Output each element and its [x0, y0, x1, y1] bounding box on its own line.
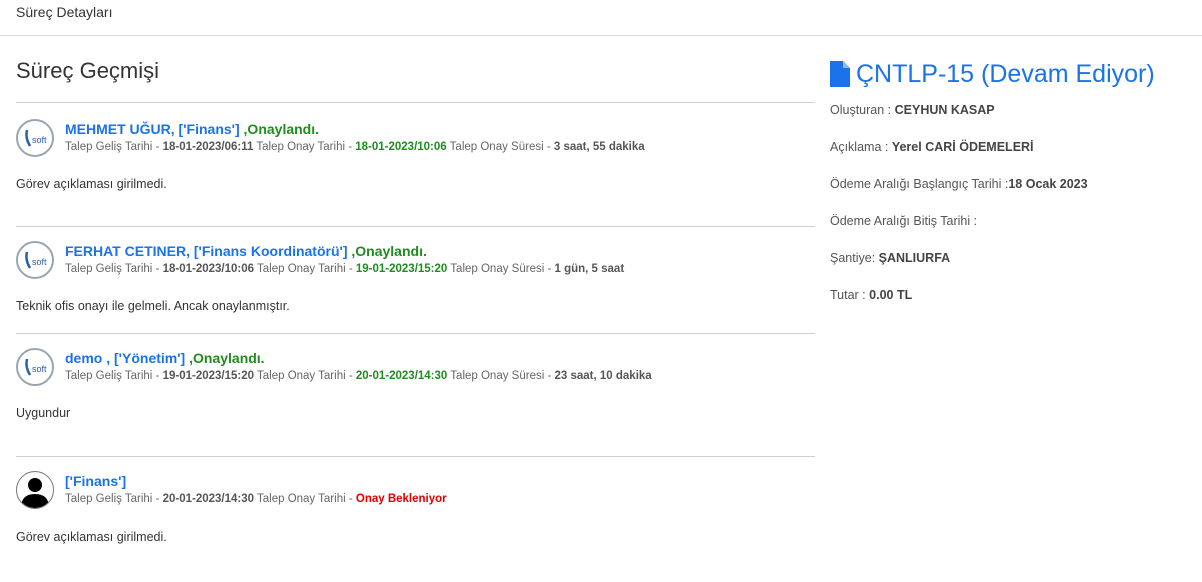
- approval-date: 20-01-2023/14:30: [355, 370, 448, 382]
- approval-duration: 1 gün, 5 saat: [554, 263, 625, 275]
- approval-label: Talep Onay Tarihi -: [254, 493, 356, 505]
- arrival-label: Talep Geliş Tarihi -: [65, 370, 163, 382]
- history-entry: soft FERHAT CETINER, ['Finans Koordinatö…: [16, 226, 815, 333]
- entry-description: Teknik ofis onayı ile gelmeli. Ancak ona…: [16, 299, 290, 313]
- document-panel: ÇNTLP-15 (Devam Ediyor) Oluşturan : CEYH…: [830, 36, 1190, 324]
- entry-meta: Talep Geliş Tarihi - 18-01-2023/06:11 Ta…: [65, 139, 645, 155]
- approval-label: Talep Onay Tarihi -: [253, 141, 356, 153]
- approval-duration: 3 saat, 55 dakika: [553, 141, 645, 153]
- history-entry: ['Finans'] Talep Geliş Tarihi - 20-01-20…: [16, 456, 815, 557]
- duration-label: Talep Onay Süresi -: [447, 263, 555, 275]
- entry-meta: Talep Geliş Tarihi - 18-01-2023/10:06 Ta…: [65, 261, 624, 277]
- svg-text:soft: soft: [32, 257, 47, 267]
- user-avatar-icon: [16, 471, 54, 509]
- pending-status: Onay Bekleniyor: [355, 493, 447, 505]
- entry-meta: Talep Geliş Tarihi - 20-01-2023/14:30 Ta…: [65, 491, 447, 507]
- entry-actor: MEHMET UĞUR, ['Finans'] ,Onaylandı.: [65, 120, 645, 138]
- history-entry: soft MEHMET UĞUR, ['Finans'] ,Onaylandı.…: [16, 102, 815, 226]
- field-label: Ödeme Aralığı Başlangıç Tarihi :: [830, 177, 1009, 191]
- entry-description: Görev açıklaması girilmedi.: [16, 530, 167, 544]
- arrival-date: 18-01-2023/06:11: [162, 141, 254, 153]
- history-entry: soft demo , ['Yönetim'] ,Onaylandı. Tale…: [16, 333, 815, 456]
- duration-label: Talep Onay Süresi -: [447, 370, 555, 382]
- history-panel: Süreç Geçmişi soft MEHMET UĞUR, ['Finans…: [16, 36, 815, 557]
- field-label: Ödeme Aralığı Bitiş Tarihi :: [830, 214, 978, 228]
- field-amount: Tutar : 0.00 TL: [830, 287, 1190, 324]
- entry-actor: FERHAT CETINER, ['Finans Koordinatörü'] …: [65, 242, 624, 260]
- field-value: ŞANLIURFA: [878, 251, 951, 265]
- svg-text:soft: soft: [32, 135, 47, 145]
- approval-label: Talep Onay Tarihi -: [254, 370, 356, 382]
- field-label: Oluşturan :: [830, 103, 895, 117]
- entry-head: soft demo , ['Yönetim'] ,Onaylandı. Tale…: [16, 334, 815, 386]
- arrival-label: Talep Geliş Tarihi -: [65, 141, 163, 153]
- duration-label: Talep Onay Süresi -: [446, 141, 554, 153]
- approval-date: 19-01-2023/15:20: [355, 263, 448, 275]
- field-payment-end: Ödeme Aralığı Bitiş Tarihi :: [830, 213, 1190, 250]
- approval-date: 18-01-2023/10:06: [355, 141, 447, 153]
- entry-description: Uygundur: [16, 406, 71, 420]
- field-value: CEYHUN KASAP: [894, 103, 995, 117]
- field-payment-start: Ödeme Aralığı Başlangıç Tarihi :18 Ocak …: [830, 176, 1190, 213]
- page-header-title: Süreç Detayları: [16, 4, 113, 20]
- field-value: Yerel CARİ ÖDEMELERİ: [891, 140, 1034, 154]
- entry-head: soft MEHMET UĞUR, ['Finans'] ,Onaylandı.…: [16, 103, 815, 157]
- page-header: Süreç Detayları: [0, 0, 1202, 36]
- company-logo-icon: soft: [16, 348, 54, 386]
- entry-head: soft FERHAT CETINER, ['Finans Koordinatö…: [16, 227, 815, 279]
- arrival-date: 20-01-2023/14:30: [162, 493, 255, 505]
- file-icon: [830, 61, 850, 87]
- actor-name-link[interactable]: demo , ['Yönetim']: [65, 350, 185, 366]
- field-value: 0.00 TL: [869, 288, 913, 302]
- arrival-date: 18-01-2023/10:06: [162, 263, 255, 275]
- field-label: Şantiye:: [830, 251, 879, 265]
- entry-description: Görev açıklaması girilmedi.: [16, 177, 167, 191]
- history-title: Süreç Geçmişi: [16, 58, 160, 83]
- field-label: Açıklama :: [830, 140, 892, 154]
- arrival-label: Talep Geliş Tarihi -: [65, 263, 163, 275]
- entry-actor: ['Finans']: [65, 472, 447, 490]
- document-title-text: ÇNTLP-15 (Devam Ediyor): [856, 59, 1155, 88]
- entry-head: ['Finans'] Talep Geliş Tarihi - 20-01-20…: [16, 457, 815, 509]
- field-value: 18 Ocak 2023: [1008, 177, 1088, 191]
- field-site: Şantiye: ŞANLIURFA: [830, 250, 1190, 287]
- svg-text:soft: soft: [32, 364, 47, 374]
- field-label: Tutar :: [830, 288, 870, 302]
- approval-status: ,Onaylandı.: [243, 121, 320, 137]
- approval-label: Talep Onay Tarihi -: [254, 263, 356, 275]
- approval-duration: 23 saat, 10 dakika: [554, 370, 652, 382]
- entry-meta: Talep Geliş Tarihi - 19-01-2023/15:20 Ta…: [65, 368, 652, 384]
- arrival-date: 19-01-2023/15:20: [162, 370, 255, 382]
- arrival-label: Talep Geliş Tarihi -: [65, 493, 163, 505]
- actor-name-link[interactable]: FERHAT CETINER, ['Finans Koordinatörü']: [65, 243, 348, 259]
- approval-status: ,Onaylandı.: [351, 243, 427, 259]
- field-description: Açıklama : Yerel CARİ ÖDEMELERİ: [830, 139, 1190, 176]
- company-logo-icon: soft: [16, 241, 54, 279]
- actor-name-link[interactable]: MEHMET UĞUR, ['Finans']: [65, 121, 240, 137]
- entry-actor: demo , ['Yönetim'] ,Onaylandı.: [65, 349, 652, 367]
- company-logo-icon: soft: [16, 119, 54, 157]
- document-title: ÇNTLP-15 (Devam Ediyor): [830, 58, 1190, 90]
- field-creator: Oluşturan : CEYHUN KASAP: [830, 102, 1190, 139]
- approval-status: ,Onaylandı.: [189, 350, 265, 366]
- actor-name-link[interactable]: ['Finans']: [65, 473, 126, 489]
